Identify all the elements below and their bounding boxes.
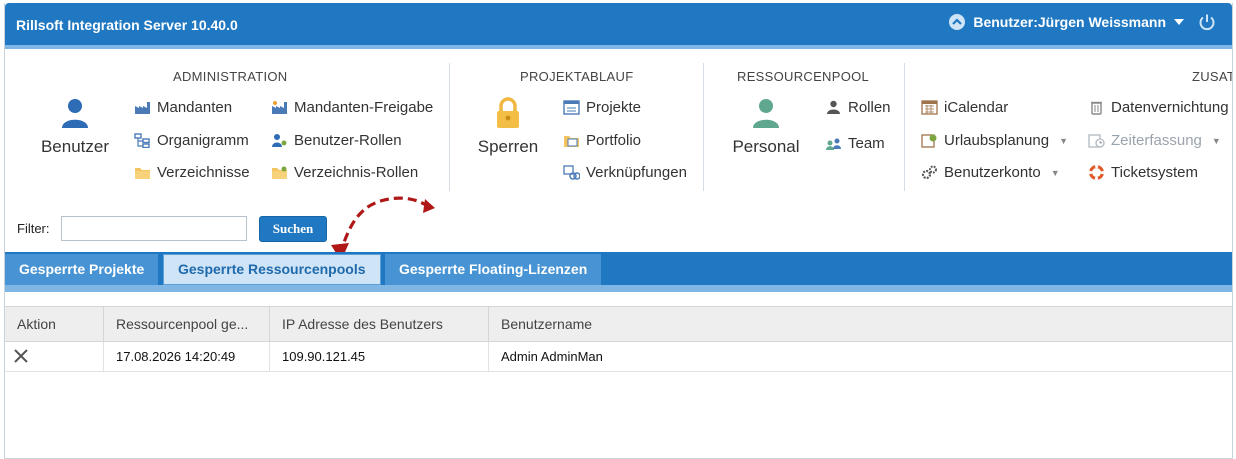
ip-cell: 109.90.121.45	[270, 342, 489, 371]
action-cell	[5, 342, 104, 371]
ribbon-item-icalendar[interactable]: iCalendar	[921, 99, 1008, 116]
ribbon: ADMINISTRATION Benutzer Mandanten Mandan…	[5, 49, 1232, 197]
ribbon-item-projekte[interactable]: Projekte	[563, 99, 641, 116]
group-title-ressourcenpool: RESSOURCENPOOL	[737, 69, 870, 84]
ribbon-item-verzeichnisse[interactable]: Verzeichnisse	[134, 164, 250, 181]
ribbon-item-verknuepfungen[interactable]: Verknüpfungen	[563, 164, 687, 181]
chevron-down-icon[interactable]: ▼	[1212, 136, 1221, 146]
ribbon-item-portfolio[interactable]: Portfolio	[563, 132, 641, 149]
folder-icon	[135, 168, 150, 179]
group-title-projektablauf: PROJEKTABLAUF	[520, 69, 634, 84]
tab-gesperrte-floating-lizenzen[interactable]: Gesperrte Floating-Lizenzen	[385, 254, 602, 285]
user-icon	[62, 99, 88, 128]
link-icon	[563, 165, 580, 180]
user-roles-icon	[272, 134, 287, 147]
tab-strip	[5, 285, 1232, 292]
app-window: Rillsoft Integration Server 10.40.0 Benu…	[4, 3, 1233, 459]
sperren-button[interactable]: Sperren	[472, 97, 544, 157]
date-cell: 17.08.2026 14:20:49	[104, 342, 270, 371]
ribbon-item-rollen[interactable]: Rollen	[825, 99, 891, 116]
column-header-benutzername[interactable]: Benutzername	[489, 307, 1232, 341]
personal-label: Personal	[732, 137, 800, 156]
org-chart-icon	[134, 133, 150, 148]
column-header-ip[interactable]: IP Adresse des Benutzers	[270, 307, 489, 341]
column-header-aktion[interactable]: Aktion	[5, 307, 104, 341]
tab-gesperrte-ressourcenpools[interactable]: Gesperrte Ressourcenpools	[163, 254, 381, 285]
group-separator	[703, 63, 704, 191]
portfolio-folder-icon	[564, 136, 579, 147]
group-title-zusatz: ZUSAT	[1192, 69, 1233, 84]
gears-icon	[921, 165, 937, 180]
ribbon-item-ticketsystem[interactable]: Ticketsystem	[1088, 164, 1198, 181]
benutzer-label: Benutzer	[40, 137, 110, 156]
ribbon-item-team[interactable]: Team	[825, 135, 885, 152]
close-icon[interactable]	[13, 348, 29, 364]
search-button[interactable]: Suchen	[259, 216, 327, 242]
group-title-administration: ADMINISTRATION	[173, 69, 288, 84]
vacation-icon	[921, 134, 937, 148]
tab-gesperrte-projekte[interactable]: Gesperrte Projekte	[5, 254, 159, 285]
trash-icon	[1091, 101, 1102, 115]
lifebuoy-icon	[1089, 165, 1104, 180]
ribbon-item-verzeichnis-rollen[interactable]: Verzeichnis-Rollen	[271, 164, 418, 181]
team-icon	[826, 138, 841, 150]
title-bar: Rillsoft Integration Server 10.40.0 Benu…	[5, 3, 1232, 45]
ribbon-item-zeiterfassung[interactable]: Zeiterfassung ▼	[1088, 132, 1221, 149]
column-header-ressourcenpool[interactable]: Ressourcenpool ge...	[104, 307, 270, 341]
time-tracking-icon	[1088, 134, 1105, 148]
power-icon[interactable]	[1198, 13, 1216, 31]
filter-row: Filter: Suchen	[5, 207, 1232, 247]
filter-label: Filter:	[17, 221, 50, 236]
factory-icon	[135, 102, 150, 114]
chevron-up-circle-icon[interactable]	[949, 14, 966, 30]
chevron-down-icon[interactable]: ▼	[1059, 136, 1068, 146]
lock-icon	[497, 97, 519, 128]
role-user-icon	[827, 100, 840, 114]
window-icon	[563, 100, 580, 115]
group-separator	[449, 63, 450, 191]
table-header: Aktion Ressourcenpool ge... IP Adresse d…	[5, 306, 1232, 342]
personal-button[interactable]: Personal	[727, 97, 805, 157]
chevron-down-icon[interactable]: ▼	[1051, 168, 1060, 178]
ribbon-item-mandanten[interactable]: Mandanten	[134, 99, 232, 116]
ribbon-item-benutzerkonto[interactable]: Benutzerkonto ▼	[921, 164, 1060, 181]
user-name[interactable]: Benutzer:Jürgen Weissmann	[973, 14, 1166, 30]
factory-share-icon	[272, 101, 287, 114]
username-cell: Admin AdminMan	[501, 349, 603, 364]
chevron-down-icon[interactable]	[1174, 18, 1184, 26]
user-menu[interactable]: Benutzer:Jürgen Weissmann	[949, 13, 1216, 31]
benutzer-button[interactable]: Benutzer	[37, 97, 113, 157]
group-separator	[904, 63, 905, 191]
ribbon-item-benutzer-rollen[interactable]: Benutzer-Rollen	[271, 132, 402, 149]
ribbon-item-urlaubsplanung[interactable]: Urlaubsplanung ▼	[921, 132, 1068, 149]
app-title: Rillsoft Integration Server 10.40.0	[16, 17, 238, 33]
calendar-icon	[921, 100, 938, 115]
tab-bar: Gesperrte Projekte Gesperrte Ressourcenp…	[5, 252, 1232, 285]
personal-icon	[753, 99, 779, 128]
filter-input[interactable]	[61, 216, 247, 241]
ribbon-item-organigramm[interactable]: Organigramm	[134, 132, 249, 149]
ribbon-item-mandanten-freigabe[interactable]: Mandanten-Freigabe	[271, 99, 433, 116]
ribbon-item-datenvernichtung[interactable]: Datenvernichtung	[1088, 99, 1229, 116]
sperren-label: Sperren	[477, 137, 539, 156]
folder-roles-icon	[272, 166, 287, 179]
table-row[interactable]: 17.08.2026 14:20:49 109.90.121.45 Admin …	[5, 342, 1232, 372]
